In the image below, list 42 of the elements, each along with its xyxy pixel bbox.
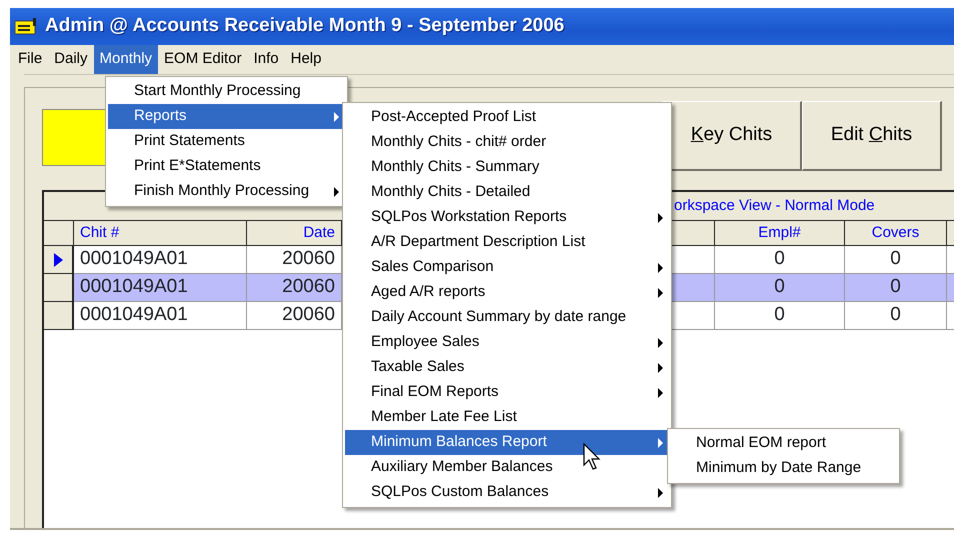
menu-item[interactable]: Reports	[108, 104, 345, 129]
toolbar-button[interactable]: Edit Chits	[802, 101, 942, 171]
menu-item[interactable]: Employee Sales	[345, 330, 669, 355]
toolbar-button[interactable]: Key Chits	[662, 101, 802, 171]
menu-item[interactable]: SQLPos Workstation Reports	[345, 205, 669, 230]
menu-item[interactable]: A/R Department Description List	[345, 230, 669, 255]
menu-item[interactable]: Minimum by Date Range	[670, 456, 897, 481]
menu-item[interactable]: Taxable Sales	[345, 355, 669, 380]
menu-item[interactable]: Sales Comparison	[345, 255, 669, 280]
menu-item[interactable]: File	[12, 45, 48, 74]
menu-item[interactable]: Final EOM Reports	[345, 380, 669, 405]
menu-item[interactable]: SQLPos Custom Balances	[345, 480, 669, 505]
menu-item[interactable]: Daily	[48, 45, 94, 74]
table-cell: 0001049A01	[74, 274, 247, 302]
table-cell: 0	[845, 302, 947, 330]
menu-item[interactable]: Monthly Chits - Detailed	[345, 180, 669, 205]
menu-item[interactable]: Monthly	[94, 45, 158, 74]
column-header[interactable]: Date	[247, 220, 342, 246]
menu-item[interactable]: Help	[284, 45, 328, 74]
column-header[interactable]: Covers	[845, 220, 947, 246]
menu-item[interactable]: Aged A/R reports	[345, 280, 669, 305]
column-header[interactable]: Chit #	[74, 220, 247, 246]
column-header[interactable]: Empl#	[715, 220, 845, 246]
grid-caption: orkspace View - Normal Mode	[674, 196, 875, 216]
menu-item[interactable]: Info	[248, 45, 285, 74]
table-cell: 0	[715, 302, 845, 330]
table-cell: 20060	[247, 274, 342, 302]
menu-item[interactable]: Normal EOM report	[670, 431, 897, 456]
menu-item[interactable]: Minimum Balances Report	[345, 430, 669, 455]
app-icon	[15, 18, 39, 36]
menu-item[interactable]: EOM Editor	[158, 45, 248, 74]
table-cell: 0	[715, 274, 845, 302]
menu-item[interactable]: Print Statements	[108, 129, 345, 154]
table-cell: 0001049A01	[74, 302, 247, 330]
menu-item[interactable]: Start Monthly Processing	[108, 79, 345, 104]
table-cell: 0	[845, 274, 947, 302]
window-title: Admin @ Accounts Receivable Month 9 - September 2006	[45, 14, 564, 38]
cursor-icon	[583, 443, 601, 471]
menu-item[interactable]: Daily Account Summary by date range	[345, 305, 669, 330]
menu-item[interactable]: Member Late Fee List	[345, 405, 669, 430]
menu-item[interactable]: Print E*Statements	[108, 154, 345, 179]
menu-item[interactable]: Auxiliary Member Balances	[345, 455, 669, 480]
